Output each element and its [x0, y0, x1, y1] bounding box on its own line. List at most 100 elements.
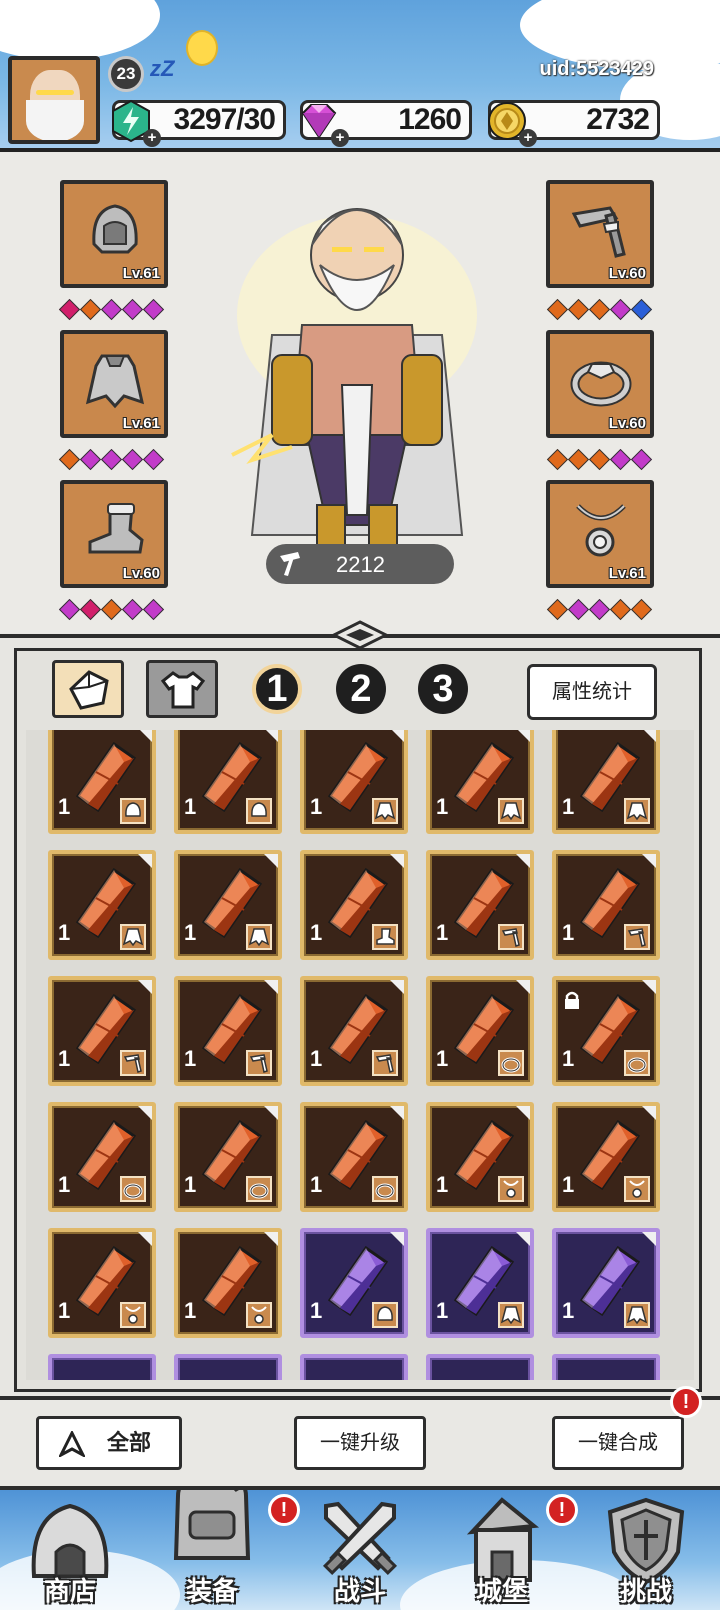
ring-badge-icon — [624, 1050, 650, 1076]
gem-counter[interactable]: + 1260 — [300, 100, 472, 147]
orange-crystal-item[interactable]: 1 — [48, 850, 156, 960]
armor-badge-icon — [624, 1302, 650, 1328]
boots-slot[interactable]: Lv.60 — [60, 480, 168, 588]
orange-crystal-item[interactable]: 1 — [174, 730, 282, 834]
nav-shop[interactable]: 商店 — [10, 1496, 130, 1610]
socket-gem-icon — [142, 298, 165, 321]
gold-counter[interactable]: + 2732 — [488, 100, 660, 147]
orange-crystal-item[interactable]: 1 — [48, 1102, 156, 1212]
inventory-item-partial[interactable] — [426, 1354, 534, 1380]
nav-equipment[interactable]: 装备 — [152, 1490, 272, 1610]
cloud-decoration — [0, 0, 160, 60]
boots-gem-row — [58, 598, 165, 621]
socket-gem-icon — [609, 298, 632, 321]
inventory-item-partial[interactable] — [48, 1354, 156, 1380]
hero-character[interactable] — [212, 185, 502, 565]
helmet-level: Lv.61 — [122, 265, 160, 282]
orange-crystal-item[interactable]: 1 — [426, 850, 534, 960]
orange-crystal-item[interactable]: 1 — [426, 730, 534, 834]
nav-battle[interactable]: 战斗 — [300, 1496, 420, 1610]
backpack-icon — [173, 1490, 251, 1560]
orange-crystal-item[interactable]: 1 — [48, 976, 156, 1086]
helmet-badge-icon — [372, 1302, 398, 1328]
equipment-alert-icon: ! — [268, 1494, 300, 1526]
orange-crystal-item[interactable]: 1 — [552, 730, 660, 834]
socket-gem-icon — [79, 298, 102, 321]
filter-all-button[interactable]: 全部 — [36, 1416, 182, 1470]
orange-crystal-item[interactable]: 1 — [174, 850, 282, 960]
purple-crystal-item[interactable]: 1 — [426, 1228, 534, 1338]
ring-slot[interactable]: Lv.60 — [546, 330, 654, 438]
orange-crystal-item[interactable]: 1 — [552, 850, 660, 960]
equipment-tab[interactable] — [146, 660, 218, 718]
merge-all-button[interactable]: 一键合成 — [552, 1416, 684, 1470]
purple-crystal-item[interactable]: 1 — [552, 1228, 660, 1338]
merge-alert-icon: ! — [670, 1386, 702, 1418]
weapon-badge-icon — [372, 1050, 398, 1076]
page-3-button[interactable]: 3 — [418, 664, 468, 714]
armor-slot[interactable]: Lv.61 — [60, 330, 168, 438]
orange-crystal-item[interactable]: 1 — [552, 1102, 660, 1212]
weapon-gem-row — [546, 298, 653, 321]
orange-crystal-item[interactable]: 1 — [426, 976, 534, 1086]
item-count: 1 — [436, 1046, 449, 1071]
castle-alert-icon: ! — [546, 1494, 578, 1526]
purple-crystal-item[interactable]: 1 — [300, 1228, 408, 1338]
inventory-item-partial[interactable] — [174, 1354, 282, 1380]
orange-crystal-item[interactable]: 1 — [300, 730, 408, 834]
crystal-tab[interactable] — [52, 660, 124, 718]
page-1-button[interactable]: 1 — [252, 664, 302, 714]
panel-divider-ornament — [330, 620, 390, 650]
armor-badge-icon — [624, 798, 650, 824]
inventory-item-partial[interactable] — [300, 1354, 408, 1380]
add-gems-icon[interactable]: + — [331, 129, 349, 147]
attribute-stats-button[interactable]: 属性统计 — [527, 664, 657, 720]
orange-crystal-item[interactable]: 1 — [48, 1228, 156, 1338]
nav-castle-label: 城堡 — [475, 1576, 528, 1606]
orange-crystal-item[interactable]: 1 — [174, 976, 282, 1086]
ring-badge-icon — [498, 1050, 524, 1076]
combat-power-value: 2212 — [336, 552, 385, 577]
add-energy-icon[interactable]: + — [143, 129, 161, 147]
necklace-slot[interactable]: Lv.61 — [546, 480, 654, 588]
player-avatar[interactable] — [8, 56, 100, 144]
upgrade-all-button[interactable]: 一键升级 — [294, 1416, 426, 1470]
item-count: 1 — [184, 1298, 197, 1323]
orange-crystal-item[interactable]: 1 — [48, 730, 156, 834]
orange-crystal-item[interactable]: 1 — [300, 976, 408, 1086]
item-count: 1 — [310, 920, 323, 945]
ring-level: Lv.60 — [608, 415, 646, 432]
triangle-filter-icon — [59, 1431, 85, 1457]
item-count: 1 — [436, 794, 449, 819]
necklace-badge-icon — [498, 1176, 524, 1202]
nav-castle[interactable]: 城堡 — [442, 1496, 562, 1610]
socket-gem-icon — [121, 598, 144, 621]
inventory-item-partial[interactable] — [552, 1354, 660, 1380]
shirt-tab-icon — [161, 671, 205, 709]
socket-gem-icon — [142, 448, 165, 471]
orange-crystal-item[interactable]: 1 — [174, 1102, 282, 1212]
necklace-icon — [576, 504, 626, 557]
helmet-badge-icon — [246, 798, 272, 824]
ring-badge-icon — [120, 1176, 146, 1202]
socket-gem-icon — [100, 598, 123, 621]
bottom-navigation: 商店 装备 ! 战斗 城堡 ! 挑战 — [0, 1486, 720, 1610]
orange-crystal-item[interactable]: 1 — [174, 1228, 282, 1338]
weapon-badge-icon — [498, 924, 524, 950]
energy-counter[interactable]: + 3297/30 — [112, 99, 286, 147]
orange-crystal-item[interactable]: 1 — [300, 850, 408, 960]
nav-challenge-label: 挑战 — [619, 1576, 672, 1606]
socket-gem-icon — [100, 448, 123, 471]
page-2-button[interactable]: 2 — [336, 664, 386, 714]
socket-gem-icon — [609, 448, 632, 471]
weapon-slot[interactable]: Lv.60 — [546, 180, 654, 288]
orange-crystal-item[interactable]: 1 — [552, 976, 660, 1086]
helmet-slot[interactable]: Lv.61 — [60, 180, 168, 288]
socket-gem-icon — [100, 298, 123, 321]
orange-crystal-item[interactable]: 1 — [300, 1102, 408, 1212]
sun-icon — [186, 30, 218, 66]
nav-challenge[interactable]: 挑战 — [586, 1496, 706, 1610]
add-gold-icon[interactable]: + — [519, 129, 537, 147]
socket-gem-icon — [630, 598, 653, 621]
orange-crystal-item[interactable]: 1 — [426, 1102, 534, 1212]
